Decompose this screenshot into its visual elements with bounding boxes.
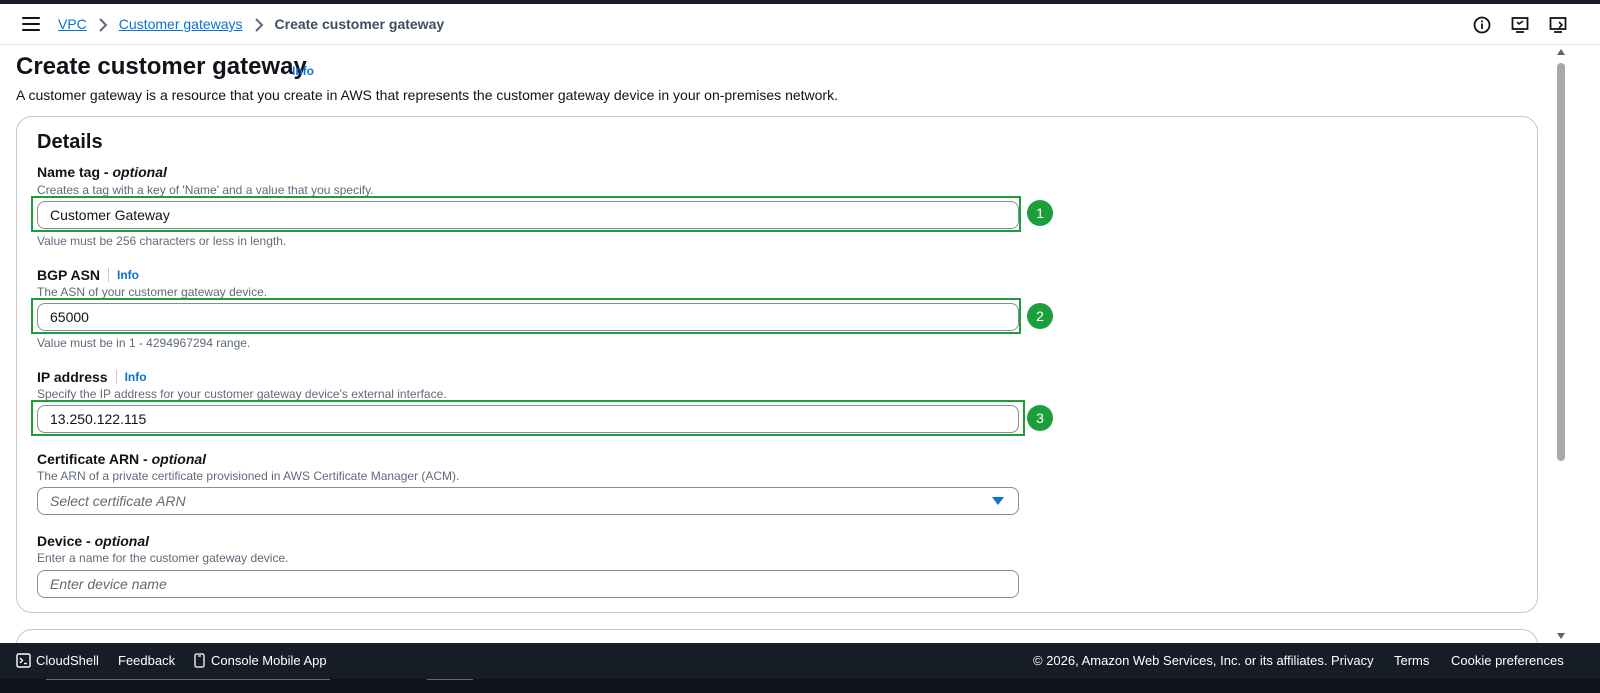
cloudshell-button[interactable]: CloudShell: [16, 653, 99, 668]
taskbar-strip: [0, 679, 1600, 693]
certificate-arn-label: Certificate ARN - optional: [37, 451, 207, 467]
highlight-box-2: [31, 298, 1021, 334]
step-badge-1: 1: [1027, 200, 1053, 226]
step-badge-3: 3: [1027, 405, 1053, 431]
copyright-text: © 2026, Amazon Web Services, Inc. or its…: [1033, 653, 1328, 668]
breadcrumb-current: Create customer gateway: [274, 16, 445, 32]
details-title: Details: [37, 131, 103, 153]
cloudshell-icon: [16, 653, 31, 668]
scrollbar-thumb[interactable]: [1557, 63, 1565, 461]
caret-down-icon: [992, 497, 1004, 505]
top-navigation: VPC Customer gateways Create customer ga…: [0, 4, 1600, 45]
tutorial-panel-icon[interactable]: [1510, 15, 1530, 35]
scroll-down-icon[interactable]: [1557, 633, 1565, 639]
ip-address-description: Specify the IP address for your customer…: [37, 387, 447, 401]
feedback-link[interactable]: Feedback: [118, 653, 175, 668]
bgp-asn-label: BGP ASN Info: [37, 267, 140, 283]
page-description: A customer gateway is a resource that yo…: [16, 87, 838, 103]
certificate-arn-description: The ARN of a private certificate provisi…: [37, 469, 460, 483]
chevron-right-icon: [254, 18, 264, 32]
scrollbar[interactable]: [1554, 45, 1568, 643]
privacy-link[interactable]: Privacy: [1331, 653, 1374, 668]
breadcrumb-vpc[interactable]: VPC: [58, 16, 87, 32]
device-label: Device - optional: [37, 533, 150, 549]
step-badge-2: 2: [1027, 303, 1053, 329]
scroll-up-icon[interactable]: [1557, 49, 1565, 55]
details-panel: Details Name tag - optional Creates a ta…: [16, 116, 1538, 613]
ip-address-label: IP address Info: [37, 369, 147, 385]
mobile-phone-icon: [194, 653, 205, 668]
menu-icon[interactable]: [22, 17, 40, 31]
cookie-preferences-link[interactable]: Cookie preferences: [1451, 653, 1564, 668]
name-tag-description: Creates a tag with a key of 'Name' and a…: [37, 183, 374, 197]
name-tag-label: Name tag - optional: [37, 164, 167, 180]
footer: CloudShell Feedback Console Mobile App ©…: [0, 643, 1600, 679]
chevron-right-icon: [98, 18, 108, 32]
page-info-link[interactable]: Info: [292, 64, 314, 78]
bgp-asn-description: The ASN of your customer gateway device.: [37, 285, 268, 299]
info-icon[interactable]: [1472, 15, 1492, 35]
certificate-arn-select[interactable]: Select certificate ARN: [37, 487, 1019, 515]
terms-link[interactable]: Terms: [1394, 653, 1429, 668]
next-panel: [16, 629, 1538, 643]
breadcrumb: VPC Customer gateways Create customer ga…: [58, 16, 444, 32]
main-content: Create customer gateway Info A customer …: [0, 45, 1554, 643]
breadcrumb-customer-gateways[interactable]: Customer gateways: [119, 16, 243, 32]
device-input[interactable]: Enter device name: [37, 570, 1019, 598]
highlight-box-3: [31, 400, 1025, 436]
page-title: Create customer gateway: [16, 53, 307, 80]
device-description: Enter a name for the customer gateway de…: [37, 551, 289, 565]
bgp-asn-constraint: Value must be in 1 - 4294967294 range.: [37, 336, 251, 350]
notifications-panel-icon[interactable]: [1548, 15, 1568, 35]
highlight-box-1: [31, 196, 1021, 232]
name-tag-constraint: Value must be 256 characters or less in …: [37, 234, 287, 248]
bgp-asn-info-link[interactable]: Info: [117, 268, 139, 282]
console-mobile-app-link[interactable]: Console Mobile App: [194, 653, 327, 668]
ip-address-info-link[interactable]: Info: [125, 370, 147, 384]
